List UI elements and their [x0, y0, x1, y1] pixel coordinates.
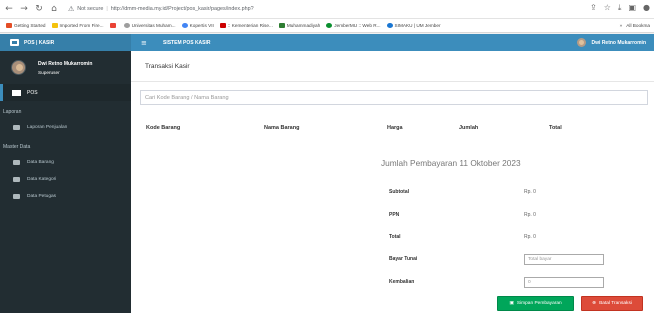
bookmark-kopertis[interactable]: Kopertis VII [181, 23, 214, 28]
pos-icon [12, 89, 21, 96]
report-icon [12, 124, 21, 131]
brand-logo[interactable]: POS | KASIR [0, 34, 131, 51]
avatar [576, 38, 586, 47]
page-url[interactable]: http://dmm-media.my.id/Project/pos_kasir… [111, 6, 254, 12]
bookmark-getting-started[interactable]: Getting Started [6, 23, 46, 28]
home-icon[interactable]: ⌂ [48, 4, 60, 14]
brand-label: POS | KASIR [24, 39, 55, 46]
more-bookmarks-button[interactable]: » [620, 23, 623, 28]
bookmark-imported[interactable]: Imported From Fire... [51, 23, 104, 28]
cancel-transaction-button[interactable]: ⊗ Batal Transaksi [581, 296, 643, 311]
top-navbar: ≡ SISTEM POS KASIR Dwi Retno Mukarromin [131, 34, 654, 51]
bookmark-muhammadiyah[interactable]: Muhammadiyah [278, 23, 320, 28]
menu-toggle-icon[interactable]: ≡ [141, 39, 153, 47]
cash-payment-label: Bayar Tunai [389, 256, 418, 262]
muhammadiyah-icon [278, 23, 285, 28]
ministry-icon [219, 23, 226, 28]
cash-payment-row: Bayar Tunai Total bayar [389, 249, 629, 269]
search-input[interactable]: Cari Kode Barang / Nama Barang [140, 90, 648, 105]
save-icon: ▣ [509, 301, 514, 306]
folder-icon [51, 23, 58, 28]
sidebar-item-pos[interactable]: POS [0, 84, 131, 101]
bookmark-youtube[interactable] [109, 23, 118, 28]
tags-icon [12, 176, 21, 183]
change-field[interactable]: 0 [524, 276, 604, 288]
cash-register-icon [10, 39, 19, 46]
bookmark-jembermu[interactable]: JemberMU :: Web R... [326, 23, 381, 28]
sidebar-icon[interactable]: ▣ [628, 3, 636, 13]
subtotal-value: Rp. 0 [524, 189, 536, 195]
ppn-value: Rp. 0 [524, 212, 536, 218]
share-icon[interactable]: ⇪ [590, 3, 597, 13]
cancel-icon: ⊗ [592, 301, 597, 306]
section-laporan: Laporan [3, 109, 22, 115]
back-icon[interactable]: ← [3, 4, 15, 14]
bookmark-simaku[interactable]: SIMAKU | UM Jember [386, 23, 441, 28]
forward-icon[interactable]: → [18, 4, 30, 14]
transaction-panel: Cari Kode Barang / Nama Barang Kode Bara… [131, 82, 654, 313]
pos-app: POS | KASIR Dwi Retno Mukarromin Superus… [0, 34, 654, 313]
boxes-icon [12, 159, 21, 166]
avatar [11, 60, 26, 75]
bookmark-university[interactable]: Universitas Muham... [123, 23, 176, 28]
change-label: Kembalian [389, 279, 415, 285]
system-title: SISTEM POS KASIR [163, 39, 211, 46]
globe-icon [181, 23, 188, 28]
download-icon[interactable]: ⤓ [618, 3, 622, 13]
payment-title: Jumlah Pembayaran 11 Oktober 2023 [381, 158, 521, 168]
sidebar-item-data-kategori[interactable]: Data Kategori [0, 171, 131, 188]
subtotal-label: Subtotal [389, 189, 409, 195]
total-label: Total [389, 234, 401, 240]
column-kode-barang: Kode Barang [146, 125, 181, 131]
bookmark-ministry[interactable]: :: Kementerian Rise... [219, 23, 273, 28]
bookmark-overflow: » All Bookma [619, 23, 650, 28]
page-title: Transaksi Kasir [131, 51, 654, 82]
user-name: Dwi Retno Mukarromin [38, 60, 93, 67]
warning-icon: ⚠ [68, 5, 75, 13]
main-content: ≡ SISTEM POS KASIR Dwi Retno Mukarromin … [131, 34, 654, 313]
top-user-name: Dwi Retno Mukarromin [591, 39, 646, 46]
star-icon[interactable]: ☆ [604, 3, 611, 13]
ppn-row: PPN Rp. 0 [389, 205, 629, 225]
user-role: Superuser [38, 69, 60, 75]
total-row: Total Rp. 0 [389, 227, 629, 247]
profile-icon[interactable]: ● [643, 3, 650, 13]
column-harga: Harga [387, 125, 403, 131]
sidebar: POS | KASIR Dwi Retno Mukarromin Superus… [0, 34, 131, 313]
jembermu-icon [326, 23, 333, 28]
browser-toolbar: ← → ↻ ⌂ ⚠ Not secure | http://dmm-media.… [0, 0, 654, 19]
user-panel: Dwi Retno Mukarromin Superuser [0, 51, 131, 84]
simaku-icon [386, 23, 393, 28]
ppn-label: PPN [389, 212, 400, 218]
reload-icon[interactable]: ↻ [33, 4, 45, 14]
firefox-icon [6, 23, 12, 28]
section-master-data: Master Data [3, 144, 31, 150]
address-divider: | [106, 6, 108, 12]
subtotal-row: Subtotal Rp. 0 [389, 182, 629, 202]
users-icon [12, 193, 21, 200]
cash-payment-input[interactable]: Total bayar [524, 253, 604, 265]
total-value: Rp. 0 [524, 234, 536, 240]
change-row: Kembalian 0 [389, 272, 629, 292]
column-jumlah: Jumlah [459, 125, 479, 131]
all-bookmarks-button[interactable]: All Bookma [626, 23, 650, 28]
column-nama-barang: Nama Barang [264, 125, 300, 131]
sidebar-item-data-petugas[interactable]: Data Petugas [0, 188, 131, 205]
save-payment-button[interactable]: ▣ Simpan Pembayaran [497, 296, 574, 311]
bookmarks-bar: Getting Started Imported From Fire... Un… [0, 19, 654, 33]
browser-actions: ⇪ ☆ ⤓ ▣ ● [590, 3, 650, 13]
sidebar-item-laporan-penjualan[interactable]: Laporan Penjualan [0, 119, 131, 136]
address-bar[interactable]: ⚠ Not secure | http://dmm-media.my.id/Pr… [68, 5, 254, 13]
column-total: Total [549, 125, 562, 131]
youtube-icon [109, 23, 116, 28]
top-user-menu[interactable]: Dwi Retno Mukarromin [576, 38, 646, 47]
user-info: Dwi Retno Mukarromin Superuser [38, 61, 92, 75]
security-status: Not secure [77, 6, 104, 12]
university-icon [123, 23, 130, 28]
sidebar-item-data-barang[interactable]: Data Barang [0, 154, 131, 171]
